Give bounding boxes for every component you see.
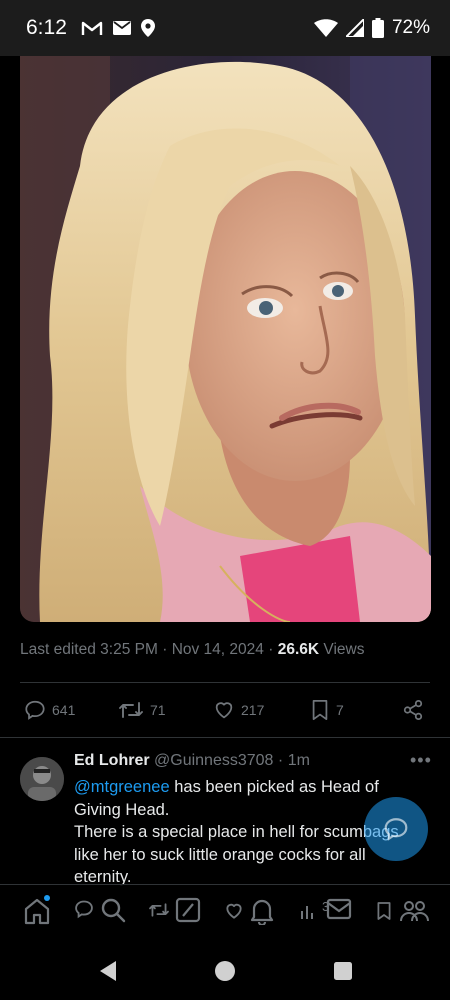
reply-text[interactable]: @mtgreenee has been picked as Head of Gi… — [74, 776, 414, 889]
nav-messages[interactable] — [326, 897, 352, 926]
divider — [0, 737, 450, 738]
more-options-icon[interactable]: ••• — [410, 750, 432, 771]
tweet-date: Nov 14, 2024 — [171, 641, 264, 658]
tweet-meta: Last edited 3:25 PM · Nov 14, 2024 · 26.… — [20, 641, 364, 659]
repost-button[interactable]: 71 — [118, 699, 166, 721]
tweet-image[interactable] — [20, 56, 431, 622]
nav-badge: 3 — [322, 899, 330, 914]
meta-separator: · — [162, 641, 168, 658]
bookmark-icon — [312, 699, 328, 721]
nav-grok[interactable] — [175, 897, 201, 928]
search-icon — [101, 898, 126, 923]
status-notification-icons — [81, 19, 155, 37]
nav-home[interactable] — [24, 897, 50, 930]
tweet-actions: 641 71 217 7 — [20, 695, 430, 725]
bookmark-icon — [377, 902, 391, 920]
battery-percent: 72% — [391, 17, 430, 38]
heart-icon — [215, 702, 233, 719]
reply-author-handle[interactable]: @Guinness3708 — [154, 752, 273, 769]
chat-icon — [75, 900, 93, 919]
share-icon — [403, 699, 423, 721]
reply-header: Ed Lohrer @Guinness3708 · 1m — [74, 752, 310, 770]
bookmark-count: 7 — [336, 702, 344, 718]
reply-author-name[interactable]: Ed Lohrer — [74, 752, 150, 769]
status-bar: 6:12 72% — [0, 0, 450, 56]
nav-like[interactable] — [224, 901, 244, 926]
meta-separator: · — [277, 752, 284, 769]
nav-search[interactable] — [100, 897, 126, 928]
meta-separator: · — [268, 641, 274, 658]
bookmark-button[interactable]: 7 — [310, 699, 344, 721]
gmail-icon — [81, 21, 103, 35]
repost-count: 71 — [150, 702, 166, 718]
bottom-nav: 3 — [0, 884, 450, 938]
mail-icon — [326, 898, 352, 920]
notification-dot — [44, 895, 50, 901]
divider — [20, 682, 430, 683]
reply-button[interactable]: 641 — [24, 699, 75, 721]
nav-views[interactable] — [300, 903, 318, 926]
reply-count: 641 — [52, 702, 76, 718]
back-icon[interactable] — [98, 960, 118, 982]
nav-chat[interactable] — [74, 899, 94, 924]
compose-reply-button[interactable] — [364, 797, 428, 861]
wifi-icon — [313, 19, 338, 37]
location-icon — [140, 19, 155, 37]
analytics-icon — [301, 906, 313, 919]
like-button[interactable]: 217 — [213, 699, 264, 721]
status-right: 72% — [313, 17, 430, 39]
reply-time: 1m — [287, 752, 310, 769]
reply-icon — [384, 818, 408, 841]
views-count: 26.6K — [277, 641, 320, 658]
reply-text-line2: There is a special place in hell for scu… — [74, 823, 399, 886]
recents-icon[interactable] — [334, 962, 352, 980]
heart-icon — [226, 903, 242, 919]
share-button[interactable] — [402, 699, 424, 721]
bell-icon — [250, 899, 274, 927]
grok-icon — [175, 897, 201, 923]
nav-notifications[interactable] — [250, 897, 274, 930]
nav-bookmark[interactable] — [376, 901, 392, 926]
system-navigation-bar — [0, 940, 450, 1000]
battery-icon — [371, 18, 384, 38]
tweet-time: 3:25 PM — [100, 641, 158, 658]
repost-icon — [149, 903, 169, 917]
reply-icon — [25, 700, 45, 720]
like-count: 217 — [241, 702, 265, 718]
mail-icon — [112, 21, 131, 35]
status-time: 6:12 — [26, 16, 67, 39]
mention-link[interactable]: @mtgreenee — [74, 778, 170, 796]
people-icon — [400, 901, 429, 922]
avatar[interactable] — [20, 757, 64, 801]
home-circle-icon[interactable] — [214, 960, 236, 982]
nav-communities[interactable] — [398, 897, 430, 930]
repost-icon — [119, 702, 143, 718]
home-icon — [24, 898, 50, 925]
views-label: Views — [323, 641, 365, 658]
nav-repost[interactable] — [148, 901, 170, 924]
edited-label[interactable]: Last edited — [20, 641, 96, 658]
signal-icon — [345, 19, 364, 37]
